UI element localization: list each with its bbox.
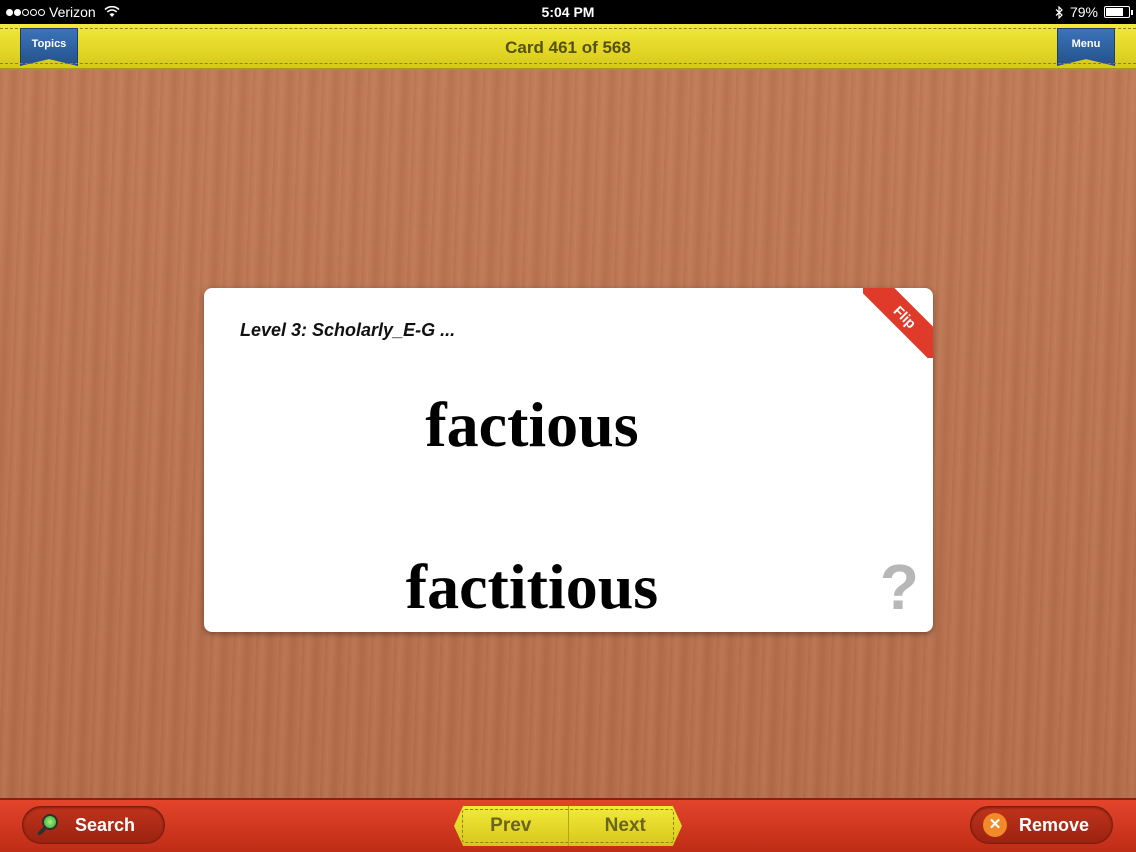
status-bar: Verizon 5:04 PM 79% — [0, 0, 1136, 24]
wifi-icon — [104, 6, 120, 17]
bottom-bar: Search Prev Next ✕ Remove — [0, 798, 1136, 852]
next-button[interactable]: Next — [569, 806, 683, 846]
card-navigation: Prev Next — [454, 806, 682, 846]
status-time: 5:04 PM — [541, 4, 595, 20]
question-icon[interactable]: ? — [880, 550, 919, 624]
remove-label: Remove — [1019, 814, 1090, 835]
carrier-name: Verizon — [49, 4, 96, 20]
battery-icon — [1104, 6, 1133, 18]
search-button[interactable]: Search — [22, 806, 165, 844]
top-bar: Topics Card 461 of 568 Menu — [0, 24, 1136, 70]
card-word-primary: factious — [425, 389, 639, 460]
status-bar-left: Verizon — [6, 4, 120, 20]
battery-percent: 79% — [1069, 4, 1098, 20]
close-icon: ✕ — [983, 813, 1007, 837]
menu-button[interactable]: Menu — [1057, 28, 1115, 66]
battery-fill — [1106, 8, 1123, 16]
search-icon — [37, 812, 63, 838]
flashcard[interactable]: Level 3: Scholarly_E-G ... factious fact… — [204, 288, 933, 632]
signal-strength-icon — [6, 8, 45, 16]
flip-label: Flip — [863, 288, 933, 358]
bluetooth-icon — [1055, 5, 1063, 19]
flip-button[interactable]: Flip — [863, 288, 933, 358]
status-bar-right: 79% — [1055, 4, 1133, 20]
card-topic: Level 3: Scholarly_E-G ... — [240, 320, 456, 340]
card-counter: Card 461 of 568 — [505, 38, 631, 57]
prev-button[interactable]: Prev — [454, 806, 569, 846]
card-word-secondary: factitious — [405, 551, 659, 622]
remove-button[interactable]: ✕ Remove — [970, 806, 1113, 844]
search-label: Search — [75, 814, 136, 835]
